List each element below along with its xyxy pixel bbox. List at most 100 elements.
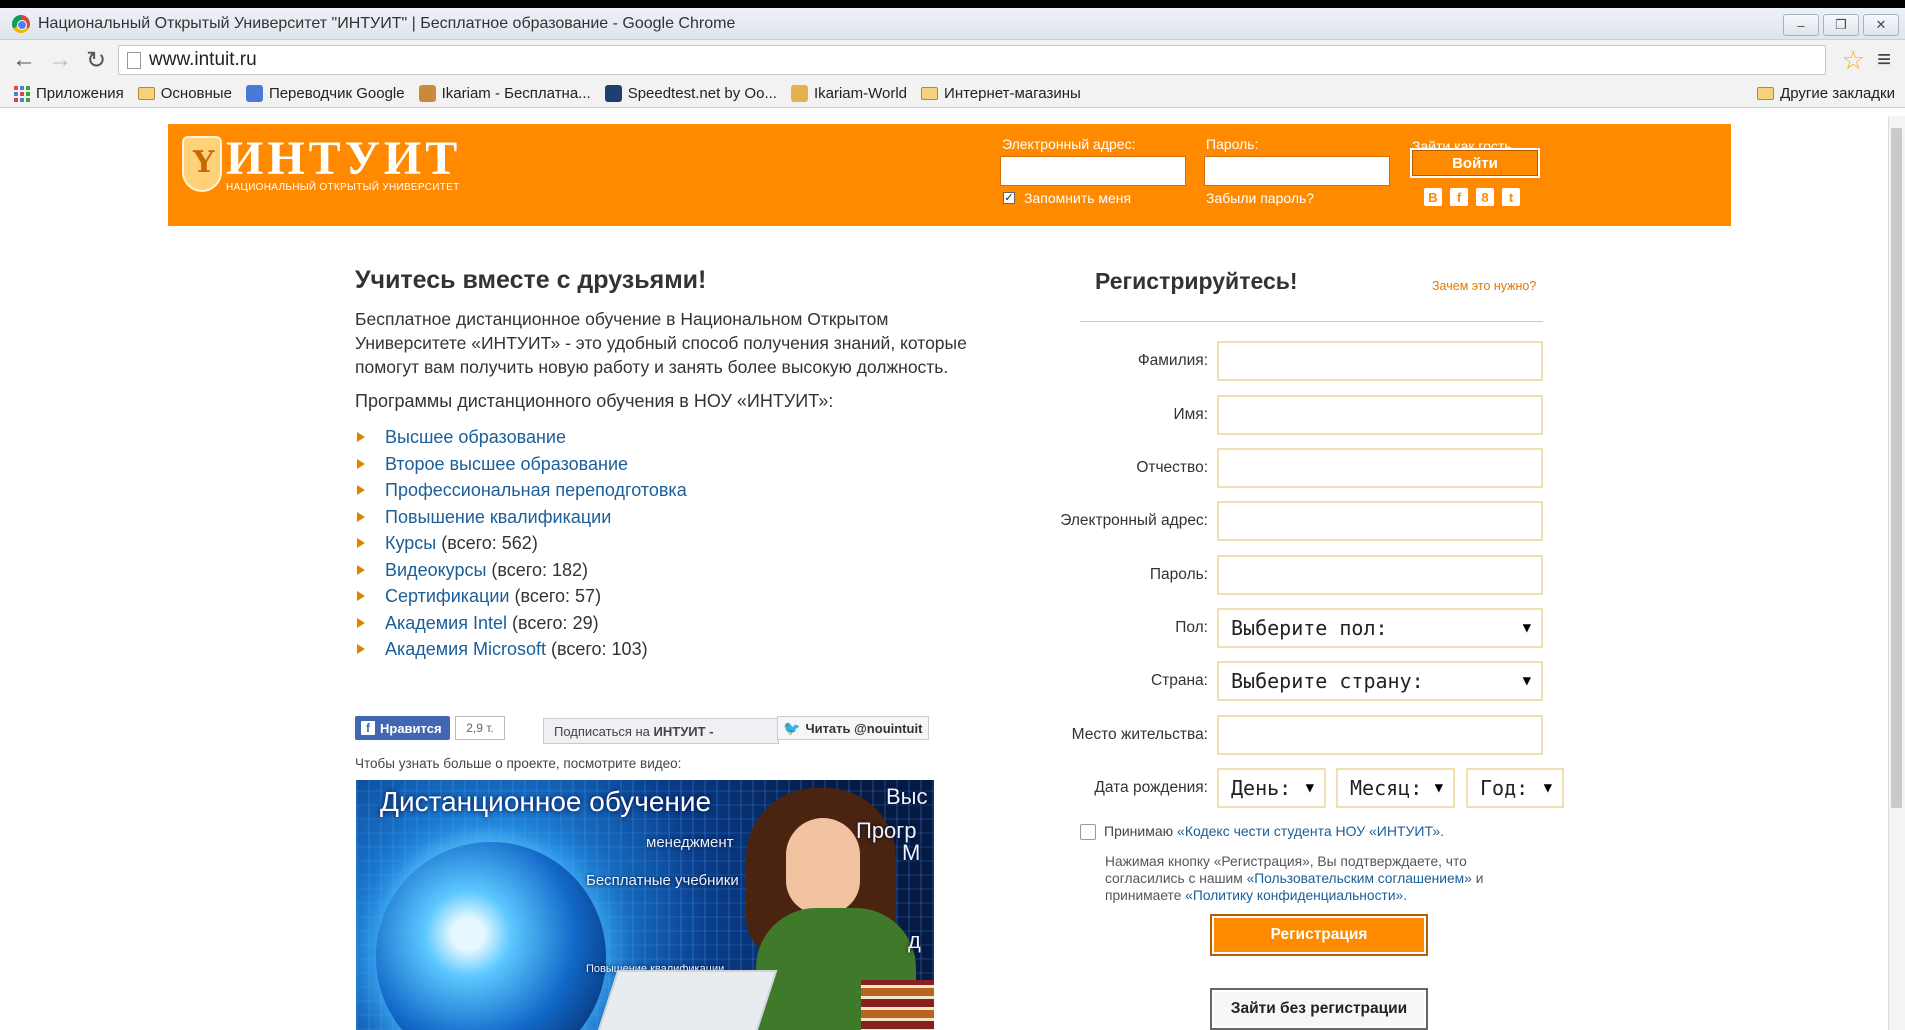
last-name-input[interactable]: [1217, 341, 1543, 381]
privacy-policy-link[interactable]: «Политику конфиденциальности».: [1185, 888, 1407, 903]
reload-icon[interactable]: ↻: [82, 46, 110, 74]
laptop-image: [594, 970, 778, 1030]
last-name-label: Фамилия:: [1137, 352, 1208, 369]
remember-checkbox[interactable]: ✓: [1003, 192, 1015, 204]
minimize-button[interactable]: –: [1783, 14, 1819, 36]
maximize-button[interactable]: ❐: [1823, 14, 1859, 36]
twitter-icon[interactable]: t: [1502, 188, 1520, 206]
terms-text: Принимаю «Кодекс чести студента НОУ «ИНТ…: [1104, 823, 1444, 839]
program-link[interactable]: Академия Microsoft: [385, 636, 546, 663]
birth-month-value: Месяц:: [1350, 776, 1423, 800]
bookmark-folder-basic[interactable]: Основные: [137, 85, 232, 102]
program-link[interactable]: Повышение квалификации: [385, 504, 611, 531]
facebook-like-label: Нравится: [380, 720, 442, 736]
scrollbar-thumb[interactable]: [1891, 128, 1902, 808]
bookmarks-bar: Приложения Основные Переводчик Google Ik…: [0, 80, 1905, 108]
bookmark-folder-other[interactable]: Другие закладки: [1757, 85, 1895, 102]
gender-select-value: Выберите пол:: [1231, 616, 1388, 640]
login-password-input[interactable]: [1204, 156, 1390, 186]
twitter-follow-button[interactable]: 🐦 Читать @nouintuit: [777, 716, 929, 740]
dropdown-caret-icon: ▼: [1434, 780, 1443, 796]
bullet-icon: [357, 511, 365, 522]
login-button[interactable]: Войти: [1410, 148, 1540, 178]
close-button[interactable]: ✕: [1863, 14, 1899, 36]
bookmark-label: Интернет-магазины: [944, 85, 1081, 102]
birth-month-select[interactable]: Месяц: ▼: [1336, 768, 1455, 808]
video-word: менеджмент: [646, 834, 734, 851]
honor-code-link[interactable]: «Кодекс чести студента НОУ «ИНТУИТ».: [1177, 823, 1444, 839]
bookmark-ikariam-world[interactable]: Ikariam-World: [790, 85, 907, 102]
site-logo[interactable]: ИНТУИТ НАЦИОНАЛЬНЫЙ ОТКРЫТЫЙ УНИВЕРСИТЕТ: [182, 135, 472, 198]
terms-checkbox[interactable]: [1080, 824, 1096, 840]
bookmark-label: Ikariam - Бесплатна...: [441, 85, 591, 102]
browser-toolbar: ← → ↻ www.intuit.ru ☆ ≡: [0, 40, 1905, 80]
program-link[interactable]: Профессиональная переподготовка: [385, 477, 687, 504]
vk-icon[interactable]: В: [1424, 188, 1442, 206]
bookmark-star-icon[interactable]: ☆: [1842, 45, 1865, 76]
bookmark-ikariam[interactable]: Ikariam - Бесплатна...: [418, 85, 591, 102]
register-button[interactable]: Регистрация: [1210, 914, 1428, 956]
birth-day-select[interactable]: День: ▼: [1217, 768, 1326, 808]
bullet-icon: [357, 644, 365, 655]
email-input[interactable]: [1217, 501, 1543, 541]
birth-year-select[interactable]: Год: ▼: [1466, 768, 1564, 808]
program-link[interactable]: Видеокурсы: [385, 557, 486, 584]
program-link[interactable]: Академия Intel: [385, 610, 507, 637]
program-link[interactable]: Курсы: [385, 530, 436, 557]
user-agreement-link[interactable]: «Пользовательским соглашением»: [1247, 871, 1472, 886]
program-count: (всего: 562): [441, 533, 538, 553]
facebook-icon[interactable]: f: [1450, 188, 1468, 206]
list-item: Высшее образование: [355, 424, 995, 451]
bullet-icon: [357, 485, 365, 496]
subscribe-brand: ИНТУИТ -: [653, 723, 714, 739]
page-scrollbar[interactable]: [1888, 116, 1905, 1030]
back-arrow-icon[interactable]: ←: [10, 46, 38, 74]
subscribe-button[interactable]: Подписаться на ИНТУИТ -: [543, 718, 779, 744]
enter-without-registration-button[interactable]: Зайти без регистрации: [1210, 988, 1428, 1030]
bookmark-label: Speedtest.net by Oo...: [627, 85, 777, 102]
bookmark-translate[interactable]: Переводчик Google: [245, 85, 405, 102]
program-count: (всего: 57): [514, 586, 602, 606]
gender-select[interactable]: Выберите пол: ▼: [1217, 608, 1543, 648]
program-link[interactable]: Высшее образование: [385, 424, 566, 451]
bookmark-folder-shops[interactable]: Интернет-магазины: [921, 85, 1081, 102]
intro-text: Бесплатное дистанционное обучение в Наци…: [355, 309, 967, 377]
login-password-label: Пароль:: [1206, 136, 1259, 152]
apps-grid-icon: [14, 85, 30, 102]
patronymic-input[interactable]: [1217, 448, 1543, 488]
list-item: Второе высшее образование: [355, 451, 995, 478]
google-plus-icon[interactable]: 8: [1476, 188, 1494, 206]
address-bar[interactable]: www.intuit.ru: [118, 45, 1826, 75]
list-item: Академия Intel (всего: 29): [355, 610, 995, 637]
bookmark-speedtest[interactable]: Speedtest.net by Oo...: [604, 85, 777, 102]
country-select[interactable]: Выберите страну: ▼: [1217, 661, 1543, 701]
promo-video[interactable]: Дистанционное обучение менеджмент Беспла…: [356, 780, 934, 1030]
facebook-like-button[interactable]: f Нравится: [355, 716, 450, 740]
password-input[interactable]: [1217, 555, 1543, 595]
first-name-label: Имя:: [1173, 406, 1209, 423]
facebook-like-count: 2,9 т.: [455, 716, 505, 740]
forward-arrow-icon[interactable]: →: [46, 46, 74, 74]
video-word: М: [902, 840, 921, 865]
bullet-icon: [357, 591, 365, 602]
browser-window: Национальный Открытый Университет "ИНТУИ…: [0, 8, 1905, 1030]
terms-prefix: Принимаю: [1104, 823, 1174, 839]
dropdown-caret-icon: ▼: [1305, 780, 1314, 796]
bookmark-apps[interactable]: Приложения: [14, 85, 124, 102]
birthdate-label: Дата рождения:: [1094, 779, 1208, 796]
first-name-input[interactable]: [1217, 395, 1543, 435]
why-needed-link[interactable]: Зачем это нужно?: [1432, 279, 1536, 293]
login-email-input[interactable]: [1000, 156, 1186, 186]
program-count: (всего: 103): [551, 639, 648, 659]
chrome-menu-icon[interactable]: ≡: [1877, 46, 1891, 74]
list-item: Академия Microsoft (всего: 103): [355, 636, 995, 663]
forgot-password-link[interactable]: Забыли пароль?: [1206, 190, 1314, 206]
program-link[interactable]: Сертификации: [385, 583, 510, 610]
program-link[interactable]: Второе высшее образование: [385, 451, 628, 478]
program-count: (всего: 29): [512, 612, 599, 633]
patronymic-label: Отчество:: [1136, 459, 1208, 476]
social-buttons-row: f Нравится 2,9 т. Подписаться на ИНТУИТ …: [355, 716, 935, 744]
books-image: [861, 980, 934, 1030]
residence-input[interactable]: [1217, 715, 1543, 755]
window-title: Национальный Открытый Университет "ИНТУИ…: [38, 14, 736, 32]
